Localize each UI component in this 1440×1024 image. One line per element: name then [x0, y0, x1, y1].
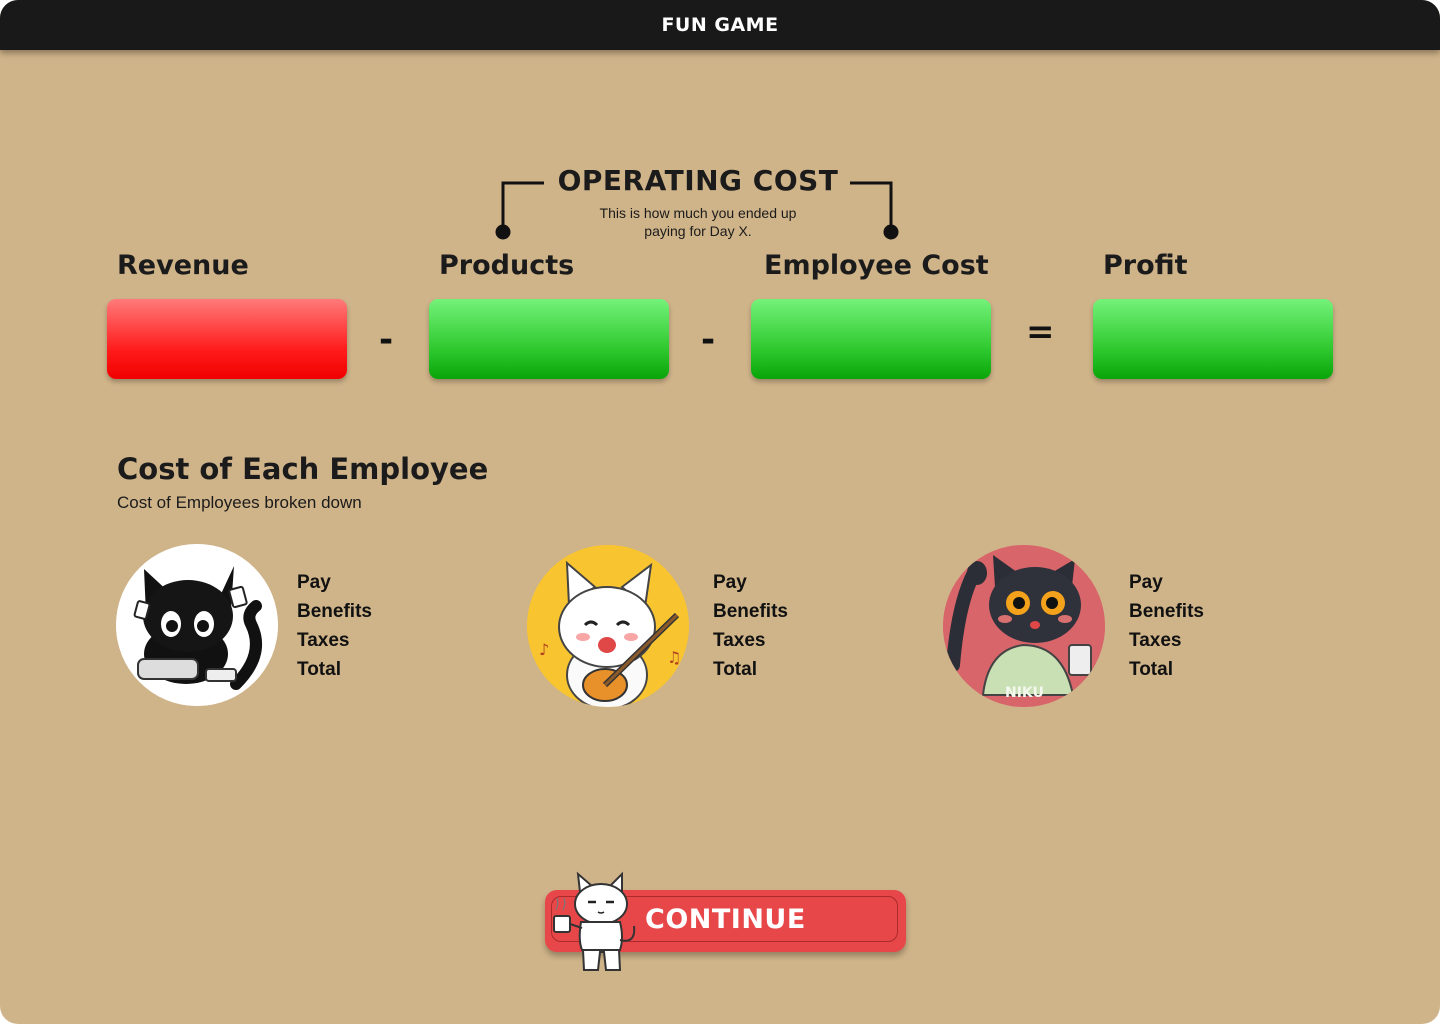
- black-cat-gamer-icon: [116, 544, 278, 706]
- taxes-label: Taxes: [1129, 630, 1182, 651]
- white-cat-guitar-icon: ♪ ♫: [527, 545, 689, 707]
- profit-value-box: [1093, 299, 1333, 379]
- operating-cost-subtitle-line-1: This is how much you ended up: [599, 205, 797, 221]
- profit-label: Profit: [1103, 250, 1188, 281]
- total-label: Total: [1129, 659, 1173, 680]
- minus-sign: -: [701, 320, 716, 360]
- taxes-label: Taxes: [297, 630, 350, 651]
- total-label: Total: [297, 659, 341, 680]
- svg-text:♪: ♪: [539, 640, 549, 659]
- operating-cost-title: OPERATING COST: [557, 164, 839, 197]
- benefits-label: Benefits: [713, 601, 788, 622]
- revenue-label: Revenue: [117, 250, 249, 281]
- operating-cost-subtitle: This is how much you ended up paying for…: [568, 204, 828, 240]
- window-title: FUN GAME: [661, 14, 779, 36]
- employee-3-cost-breakdown: Pay Benefits Taxes Total: [1129, 568, 1204, 684]
- employee-1-cost-breakdown: Pay Benefits Taxes Total: [297, 568, 372, 684]
- equals-sign: =: [1026, 312, 1055, 352]
- title-bar: FUN GAME: [0, 0, 1440, 50]
- pay-label: Pay: [297, 572, 331, 593]
- svg-text:♫: ♫: [667, 648, 681, 667]
- svg-text:NIKU: NIKU: [1005, 685, 1044, 701]
- employee-2-cost-breakdown: Pay Benefits Taxes Total: [713, 568, 788, 684]
- pay-label: Pay: [713, 572, 747, 593]
- operating-cost-subtitle-line-2: paying for Day X.: [644, 223, 752, 239]
- total-label: Total: [713, 659, 757, 680]
- employee-cost-value-box: [751, 299, 991, 379]
- continue-button-label: CONTINUE: [645, 904, 806, 935]
- game-screen: FUN GAME OPERATING COST This is how much…: [0, 0, 1440, 1024]
- benefits-label: Benefits: [1129, 601, 1204, 622]
- employees-section-subtitle: Cost of Employees broken down: [117, 493, 362, 512]
- revenue-value-box: [107, 299, 347, 379]
- products-value-box: [429, 299, 669, 379]
- employees-section-title: Cost of Each Employee: [117, 452, 489, 486]
- taxes-label: Taxes: [713, 630, 766, 651]
- minus-sign: -: [379, 320, 394, 360]
- products-label: Products: [439, 250, 575, 281]
- black-cat-hoodie-icon: NIKU: [943, 545, 1105, 707]
- benefits-label: Benefits: [297, 601, 372, 622]
- pay-label: Pay: [1129, 572, 1163, 593]
- coffee-cat-icon: [553, 871, 636, 971]
- employee-cost-label: Employee Cost: [764, 250, 989, 281]
